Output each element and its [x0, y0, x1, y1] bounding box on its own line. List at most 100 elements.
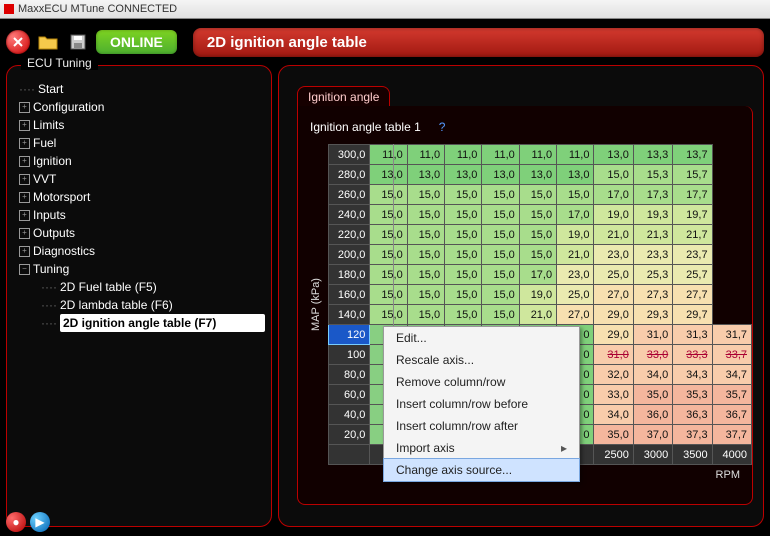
col-header[interactable]: 2500	[594, 445, 633, 465]
tree-item[interactable]: +Inputs	[19, 206, 265, 224]
table-cell[interactable]: 36,7	[712, 405, 751, 425]
table-cell[interactable]: 37,7	[712, 425, 751, 445]
table-cell[interactable]: 31,7	[712, 325, 751, 345]
table-cell[interactable]: 33,0	[594, 385, 633, 405]
table-cell[interactable]: 15,0	[370, 285, 407, 305]
tree-item[interactable]: −Tuning	[19, 260, 265, 278]
table-cell[interactable]: 27,0	[557, 305, 594, 325]
tree-item[interactable]: +Diagnostics	[19, 242, 265, 260]
table-cell[interactable]: 11,0	[482, 145, 519, 165]
row-header[interactable]: 220,0	[329, 225, 370, 245]
table-cell[interactable]: 15,0	[445, 285, 482, 305]
table-cell[interactable]: 35,3	[673, 385, 712, 405]
table-cell[interactable]: 21,0	[594, 225, 633, 245]
table-cell[interactable]: 21,3	[633, 225, 672, 245]
help-icon[interactable]: ?	[439, 120, 446, 134]
table-cell[interactable]: 15,0	[482, 245, 519, 265]
table-cell[interactable]: 32,0	[594, 365, 633, 385]
tree-child-item[interactable]: ····2D lambda table (F6)	[19, 296, 265, 314]
row-header[interactable]: 240,0	[329, 205, 370, 225]
context-menu-item[interactable]: Insert column/row after	[384, 415, 579, 437]
table-cell[interactable]: 13,0	[519, 165, 556, 185]
table-cell[interactable]: 11,0	[370, 145, 407, 165]
side-panel-tab[interactable]: ECU Tuning	[21, 56, 98, 70]
tree-item[interactable]: +Fuel	[19, 134, 265, 152]
table-cell[interactable]: 23,0	[557, 265, 594, 285]
table-cell[interactable]: 21,7	[673, 225, 712, 245]
table-cell[interactable]: 17,3	[633, 185, 672, 205]
table-cell[interactable]: 13,0	[370, 165, 407, 185]
table-cell[interactable]: 19,0	[557, 225, 594, 245]
table-cell[interactable]: 34,0	[594, 405, 633, 425]
tree-item[interactable]: +VVT	[19, 170, 265, 188]
content-tab[interactable]: Ignition angle	[297, 86, 390, 107]
table-cell[interactable]: 31,3	[673, 325, 712, 345]
table-cell[interactable]: 15,0	[594, 165, 633, 185]
table-cell[interactable]: 29,7	[673, 305, 712, 325]
table-cell[interactable]: 11,0	[557, 145, 594, 165]
table-cell[interactable]: 15,0	[445, 205, 482, 225]
tree-item[interactable]: +Configuration	[19, 98, 265, 116]
table-cell[interactable]: 35,7	[712, 385, 751, 405]
row-header[interactable]: 200,0	[329, 245, 370, 265]
table-cell[interactable]: 19,0	[519, 285, 556, 305]
table-cell[interactable]: 25,3	[633, 265, 672, 285]
table-cell[interactable]: 35,0	[633, 385, 672, 405]
row-header[interactable]: 300,0	[329, 145, 370, 165]
record-button[interactable]: ●	[6, 512, 26, 532]
table-cell[interactable]: 21,0	[557, 245, 594, 265]
table-cell[interactable]: 29,0	[594, 325, 633, 345]
save-button[interactable]	[66, 30, 90, 54]
col-header[interactable]: 4000	[712, 445, 751, 465]
table-cell[interactable]: 15,0	[370, 205, 407, 225]
table-cell[interactable]: 13,0	[445, 165, 482, 185]
tree-child-item[interactable]: ····2D Fuel table (F5)	[19, 278, 265, 296]
context-menu-item[interactable]: Change axis source...	[383, 458, 580, 482]
table-cell[interactable]: 15,0	[557, 185, 594, 205]
table-cell[interactable]: 21,0	[519, 305, 556, 325]
table-cell[interactable]: 13,3	[633, 145, 672, 165]
row-header[interactable]: 140,0	[329, 305, 370, 325]
table-cell[interactable]: 15,0	[482, 265, 519, 285]
row-header[interactable]: 40,0	[329, 405, 370, 425]
context-menu-item[interactable]: Insert column/row before	[384, 393, 579, 415]
tree-item[interactable]: +Motorsport	[19, 188, 265, 206]
table-cell[interactable]: 23,0	[594, 245, 633, 265]
row-header[interactable]: 160,0	[329, 285, 370, 305]
table-cell[interactable]: 35,0	[594, 425, 633, 445]
table-cell[interactable]: 15,0	[407, 285, 444, 305]
table-cell[interactable]: 23,7	[673, 245, 712, 265]
table-cell[interactable]: 15,0	[407, 265, 444, 285]
row-header[interactable]: 120	[329, 325, 370, 345]
table-cell[interactable]: 13,0	[557, 165, 594, 185]
table-cell[interactable]: 15,0	[407, 185, 444, 205]
table-cell[interactable]: 15,0	[445, 265, 482, 285]
table-cell[interactable]: 19,3	[633, 205, 672, 225]
table-cell[interactable]: 13,0	[594, 145, 633, 165]
table-cell[interactable]: 27,7	[673, 285, 712, 305]
table-cell[interactable]: 37,3	[673, 425, 712, 445]
table-cell[interactable]: 15,0	[519, 245, 556, 265]
table-cell[interactable]: 33,0	[633, 345, 672, 365]
table-cell[interactable]: 25,0	[594, 265, 633, 285]
table-cell[interactable]: 17,7	[673, 185, 712, 205]
table-cell[interactable]: 33,7	[712, 345, 751, 365]
row-header[interactable]: 280,0	[329, 165, 370, 185]
table-cell[interactable]: 19,7	[673, 205, 712, 225]
table-cell[interactable]: 15,0	[370, 185, 407, 205]
context-menu-item[interactable]: Remove column/row	[384, 371, 579, 393]
table-cell[interactable]: 15,0	[519, 185, 556, 205]
table-cell[interactable]: 15,0	[482, 225, 519, 245]
table-cell[interactable]: 11,0	[519, 145, 556, 165]
table-cell[interactable]: 15,0	[445, 305, 482, 325]
table-cell[interactable]: 34,3	[673, 365, 712, 385]
row-header[interactable]: 20,0	[329, 425, 370, 445]
context-menu-item[interactable]: Rescale axis...	[384, 349, 579, 371]
table-cell[interactable]: 15,0	[482, 205, 519, 225]
table-cell[interactable]: 15,0	[445, 225, 482, 245]
row-header[interactable]: 180,0	[329, 265, 370, 285]
tree-item[interactable]: +Limits	[19, 116, 265, 134]
col-header[interactable]: 3500	[673, 445, 712, 465]
play-button[interactable]: ▶	[30, 512, 50, 532]
table-cell[interactable]: 29,0	[594, 305, 633, 325]
